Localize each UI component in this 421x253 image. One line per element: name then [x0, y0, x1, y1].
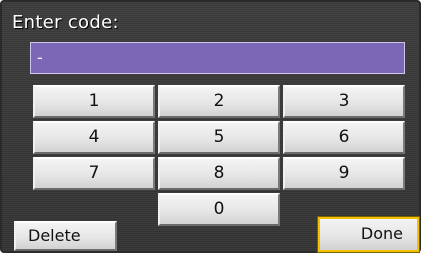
keypad-key-6[interactable]: 6	[283, 121, 405, 154]
done-button[interactable]: Done	[317, 216, 420, 253]
delete-button[interactable]: Delete	[14, 221, 117, 251]
keypad-key-4[interactable]: 4	[33, 121, 155, 154]
keypad-key-5[interactable]: 5	[158, 121, 280, 154]
keypad-key-2[interactable]: 2	[158, 85, 280, 118]
keypad-key-8[interactable]: 8	[158, 157, 280, 190]
keypad-key-0[interactable]: 0	[158, 193, 280, 226]
enter-code-prompt: Enter code:	[12, 12, 119, 33]
keypad-key-9[interactable]: 9	[283, 157, 405, 190]
keypad-key-7[interactable]: 7	[33, 157, 155, 190]
keypad-key-3[interactable]: 3	[283, 85, 405, 118]
code-input-value: -	[37, 48, 43, 67]
code-input-field[interactable]: -	[30, 42, 405, 74]
keypad-key-1[interactable]: 1	[33, 85, 155, 118]
code-entry-screen: Enter code: - 1 2 3 4 5 6 7 8 9 0 Delete…	[0, 0, 421, 253]
